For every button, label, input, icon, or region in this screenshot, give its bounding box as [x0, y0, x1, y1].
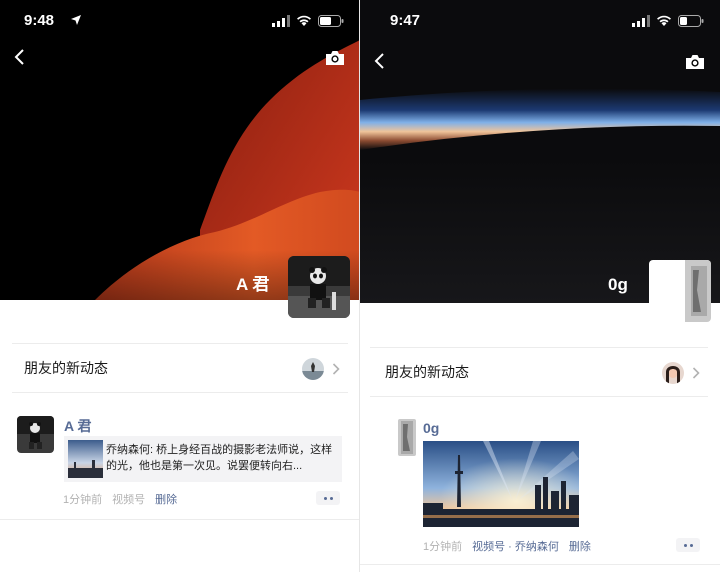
friends-updates-label: 朋友的新动态	[24, 360, 108, 376]
post-author-avatar[interactable]	[17, 416, 54, 453]
abstract-avatar-image	[398, 419, 416, 456]
friends-updates-row[interactable]: 朋友的新动态	[12, 343, 348, 393]
shared-video-card[interactable]: 乔纳森何: 桥上身经百战的摄影老法师说，这样的光，他也是第一次见。说罢便转向右.…	[64, 436, 342, 482]
cover-photo[interactable]	[360, 0, 720, 303]
status-time: 9:48	[24, 12, 55, 29]
profile-avatar[interactable]	[649, 260, 711, 322]
cover-abstract-art	[0, 0, 360, 300]
friends-updates-row[interactable]: 朋友的新动态	[370, 347, 708, 397]
cover-horizon-photo	[360, 0, 720, 303]
dot-icon	[323, 496, 327, 500]
post-time: 1分钟前	[63, 494, 103, 506]
status-time: 9:47	[390, 12, 421, 29]
post-time: 1分钟前	[423, 541, 463, 553]
city-sunset-image	[423, 441, 579, 527]
signal-icon	[632, 15, 650, 27]
sunset-thumbnail-image	[68, 440, 103, 478]
chevron-right-icon	[692, 367, 700, 379]
signal-icon	[272, 15, 290, 27]
delete-link[interactable]: 删除	[155, 491, 177, 507]
chevron-right-icon	[332, 363, 340, 375]
back-chevron-icon[interactable]	[370, 50, 392, 72]
post-meta-row: 1分钟前 视频号 删除	[63, 491, 177, 507]
battery-icon	[678, 15, 704, 27]
post-author-name[interactable]: 0g	[423, 420, 439, 436]
profile-avatar[interactable]	[288, 256, 350, 318]
post-source: 视频号	[112, 494, 146, 506]
camera-icon[interactable]	[324, 48, 346, 68]
post-source-link[interactable]: 视频号 · 乔纳森何	[472, 538, 559, 554]
post-author-avatar[interactable]	[398, 419, 416, 456]
friend-avatar	[302, 358, 324, 380]
shared-video-thumbnail	[68, 440, 103, 478]
panda-photo-image	[288, 256, 350, 318]
status-bar: 9:47	[360, 0, 720, 44]
dot-icon	[683, 543, 687, 547]
cover-photo[interactable]	[0, 0, 360, 300]
post-divider	[360, 564, 720, 565]
post-author-name[interactable]: A 君	[64, 416, 91, 436]
shared-video-text: 乔纳森何: 桥上身经百战的摄影老法师说，这样的光，他也是第一次见。说罢便转向右.…	[106, 444, 333, 472]
profile-name: A 君	[236, 275, 270, 294]
friends-updates-label: 朋友的新动态	[385, 364, 469, 380]
back-chevron-icon[interactable]	[10, 46, 32, 68]
friend-portrait-image	[662, 362, 684, 384]
post-divider	[0, 519, 360, 520]
friend-avatar	[662, 362, 684, 384]
panda-avatar-image	[17, 416, 54, 453]
friend-avatar-image	[302, 358, 324, 380]
post-video-thumbnail[interactable]	[423, 441, 579, 527]
post-meta-row: 1分钟前 视频号 · 乔纳森何 删除	[423, 538, 591, 554]
left-screenshot: 9:48 A 君 朋友的新动态 A 君 乔纳森何: 桥上身经百战的摄影老法师说，…	[0, 0, 360, 572]
status-bar: 9:48	[0, 0, 360, 44]
more-actions-button[interactable]	[676, 538, 700, 552]
location-arrow-icon	[71, 15, 81, 25]
camera-icon[interactable]	[684, 52, 706, 72]
delete-link[interactable]: 删除	[569, 538, 591, 554]
dot-icon	[329, 496, 333, 500]
wifi-icon	[657, 15, 671, 26]
right-screenshot: 9:47 0g 朋友的新动态 0g 1分钟前 视频号 · 乔纳森何 删除	[360, 0, 720, 572]
battery-icon	[318, 15, 344, 27]
profile-name: 0g	[608, 275, 628, 294]
wifi-icon	[297, 15, 311, 26]
dot-icon	[689, 543, 693, 547]
abstract-avatar-image	[649, 260, 711, 322]
more-actions-button[interactable]	[316, 491, 340, 505]
